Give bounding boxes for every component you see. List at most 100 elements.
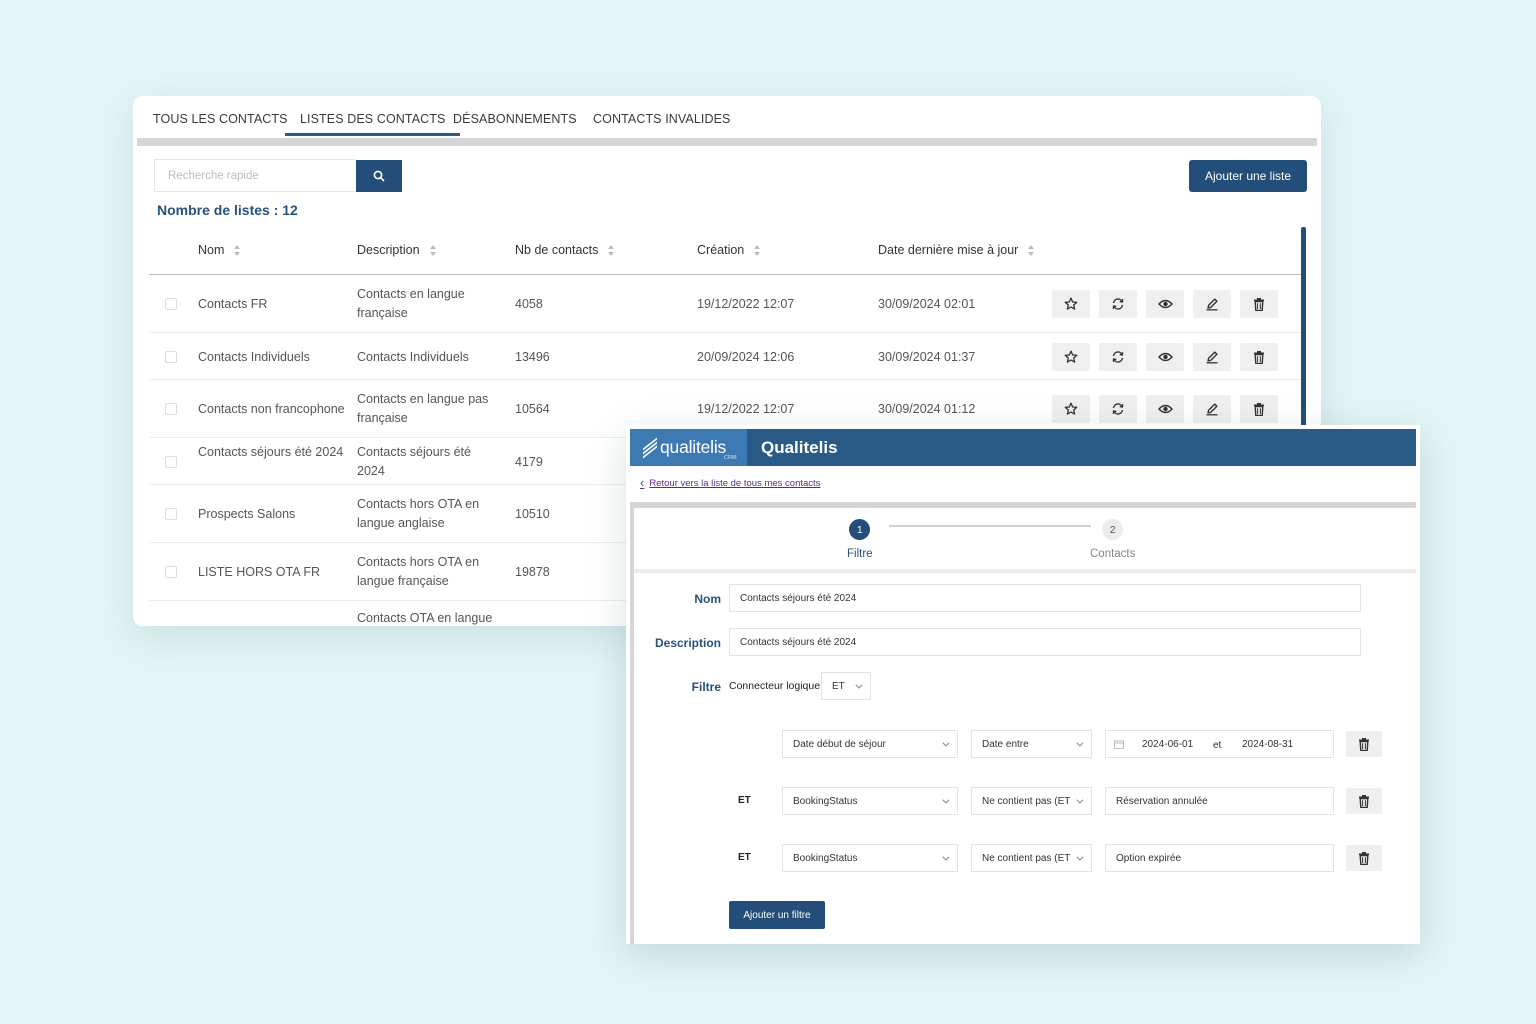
cell-name: LISTE HORS OTA FR bbox=[198, 565, 321, 579]
eye-button[interactable] bbox=[1146, 343, 1184, 371]
trash-icon bbox=[1359, 737, 1369, 751]
delete-filter-button[interactable] bbox=[1346, 845, 1382, 871]
column-description-header[interactable]: Description bbox=[357, 243, 437, 257]
column-count-header[interactable]: Nb de contacts bbox=[515, 243, 615, 257]
sort-icon bbox=[429, 244, 437, 256]
step-number: 1 bbox=[849, 519, 871, 540]
column-name-header[interactable]: Nom bbox=[198, 243, 241, 257]
filter-operator-select[interactable]: Ne contient pas (ET bbox=[971, 844, 1092, 872]
star-button[interactable] bbox=[1052, 343, 1090, 371]
table-row[interactable]: Contacts FR Contacts en langue française 4… bbox=[149, 275, 1301, 333]
tab-all-contacts[interactable]: TOUS LES CONTACTS bbox=[153, 112, 288, 126]
chevron-down-icon bbox=[1076, 853, 1084, 861]
table-row[interactable]: Contacts Individuels Contacts Individuels… bbox=[149, 333, 1301, 380]
edit-button[interactable] bbox=[1193, 395, 1231, 423]
chevron-down-icon bbox=[942, 739, 950, 747]
trash-button[interactable] bbox=[1240, 290, 1278, 318]
add-list-button[interactable]: Ajouter une liste bbox=[1189, 160, 1307, 192]
refresh-button[interactable] bbox=[1099, 290, 1137, 318]
add-filter-button[interactable]: Ajouter un filtre bbox=[729, 901, 825, 929]
cell-count: 10564 bbox=[515, 402, 550, 416]
cell-count: 10510 bbox=[515, 507, 550, 521]
eye-button[interactable] bbox=[1146, 290, 1184, 318]
filter-value-input[interactable]: Réservation annulée bbox=[1105, 787, 1334, 815]
filter-field-value: BookingStatus bbox=[793, 795, 858, 807]
refresh-button[interactable] bbox=[1099, 343, 1137, 371]
row-checkbox[interactable] bbox=[165, 456, 177, 468]
nom-label: Nom bbox=[694, 592, 721, 606]
row-actions bbox=[1052, 290, 1278, 318]
tab-unsubscriptions[interactable]: DÉSABONNEMENTS bbox=[453, 112, 577, 126]
cell-created: 20/09/2024 12:06 bbox=[697, 350, 795, 364]
tab-contact-lists[interactable]: LISTES DES CONTACTS bbox=[284, 112, 461, 136]
logo[interactable]: qualitelis CRM bbox=[630, 429, 747, 466]
filter-value-input[interactable]: Option expirée bbox=[1105, 844, 1334, 872]
step-contacts[interactable]: 2 Contacts bbox=[1090, 519, 1135, 560]
delete-filter-button[interactable] bbox=[1346, 788, 1382, 814]
refresh-button[interactable] bbox=[1099, 395, 1137, 423]
chevron-down-icon bbox=[942, 853, 950, 861]
date-to: 2024-08-31 bbox=[1242, 739, 1294, 750]
search-input[interactable]: Recherche rapide bbox=[154, 159, 356, 192]
app-header: qualitelis CRM Qualitelis bbox=[630, 429, 1416, 466]
filter-field-select[interactable]: Date début de séjour bbox=[782, 730, 958, 758]
trash-icon bbox=[1253, 297, 1265, 311]
table-header: Nom Description Nb de contacts Création … bbox=[149, 234, 1301, 275]
row-checkbox[interactable] bbox=[165, 298, 177, 310]
filter-operator-select[interactable]: Ne contient pas (ET bbox=[971, 787, 1092, 815]
cell-description: Contacts séjours été 2024 bbox=[357, 445, 471, 478]
star-button[interactable] bbox=[1052, 395, 1090, 423]
filter-operator-select[interactable]: Date entre bbox=[971, 730, 1092, 758]
nom-input[interactable]: Contacts séjours été 2024 bbox=[729, 584, 1361, 612]
column-updated-header[interactable]: Date dernière mise à jour bbox=[878, 243, 1035, 257]
row-checkbox[interactable] bbox=[165, 508, 177, 520]
edit-icon bbox=[1205, 297, 1219, 311]
eye-button[interactable] bbox=[1146, 395, 1184, 423]
sort-icon bbox=[608, 244, 615, 256]
column-created-header[interactable]: Création bbox=[697, 243, 761, 257]
cell-description: Contacts en langue pas française bbox=[357, 392, 489, 425]
filter-field-select[interactable]: BookingStatus bbox=[782, 787, 958, 815]
edit-button[interactable] bbox=[1193, 343, 1231, 371]
cell-name: Contacts non francophone bbox=[198, 402, 345, 416]
edit-icon bbox=[1205, 402, 1219, 416]
row-checkbox[interactable] bbox=[165, 566, 177, 578]
date-range-input[interactable]: 2024-06-01 et 2024-08-31 bbox=[1105, 730, 1334, 758]
back-link[interactable]: ‹ Retour vers la liste de tous mes conta… bbox=[640, 475, 820, 491]
row-actions bbox=[1052, 395, 1278, 423]
column-label: Description bbox=[357, 243, 420, 257]
logo-mark-icon bbox=[643, 437, 657, 458]
trash-icon bbox=[1359, 851, 1369, 865]
tab-invalid-contacts[interactable]: CONTACTS INVALIDES bbox=[593, 112, 730, 126]
trash-icon bbox=[1253, 350, 1265, 364]
edit-button[interactable] bbox=[1193, 290, 1231, 318]
chevron-left-icon: ‹ bbox=[640, 475, 645, 490]
cell-count: 4058 bbox=[515, 297, 543, 311]
row-checkbox[interactable] bbox=[165, 351, 177, 363]
cell-updated: 30/09/2024 02:01 bbox=[878, 297, 976, 311]
cell-updated: 30/09/2024 01:37 bbox=[878, 350, 976, 364]
cell-name: Contacts séjours été 2024 bbox=[198, 445, 344, 459]
step-filter[interactable]: 1 Filtre bbox=[847, 519, 873, 560]
filter-field-select[interactable]: BookingStatus bbox=[782, 844, 958, 872]
connector-select[interactable]: ET bbox=[821, 672, 871, 700]
trash-icon bbox=[1359, 794, 1369, 808]
star-button[interactable] bbox=[1052, 290, 1090, 318]
star-icon bbox=[1064, 350, 1078, 364]
chevron-down-icon bbox=[1076, 796, 1084, 804]
trash-button[interactable] bbox=[1240, 343, 1278, 371]
description-label: Description bbox=[654, 636, 721, 650]
trash-button[interactable] bbox=[1240, 395, 1278, 423]
date-separator: et bbox=[1213, 740, 1222, 751]
search-button[interactable] bbox=[356, 160, 402, 192]
delete-filter-button[interactable] bbox=[1346, 731, 1382, 757]
app-title: Qualitelis bbox=[761, 438, 838, 457]
description-input[interactable]: Contacts séjours été 2024 bbox=[729, 628, 1361, 656]
column-label: Date dernière mise à jour bbox=[878, 243, 1019, 257]
row-checkbox[interactable] bbox=[165, 403, 177, 415]
date-from: 2024-06-01 bbox=[1142, 739, 1194, 750]
cell-count: 19878 bbox=[515, 565, 550, 579]
stepper-divider bbox=[634, 569, 1416, 573]
filtre-label: Filtre bbox=[691, 680, 721, 694]
chevron-down-icon bbox=[942, 796, 950, 804]
